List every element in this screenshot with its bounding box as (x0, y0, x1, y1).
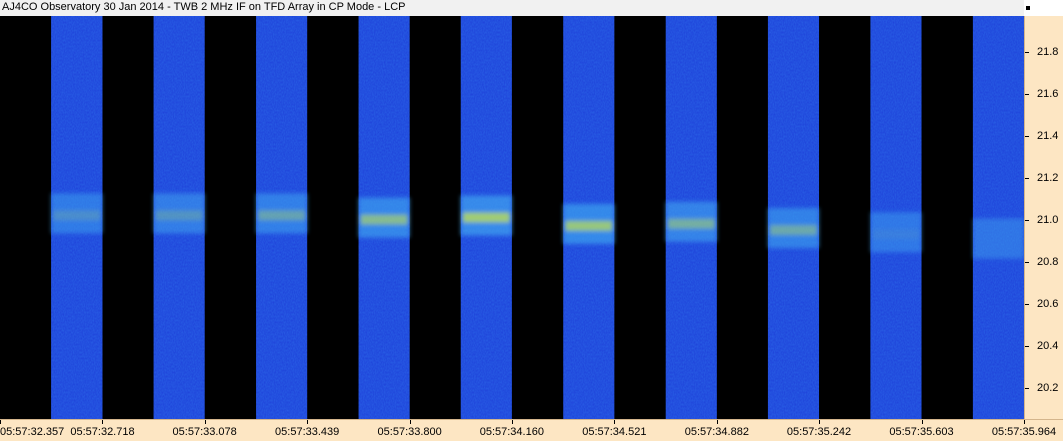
emission-core (53, 210, 101, 221)
y-tick-label: 20.2 (1037, 381, 1059, 394)
x-tick-mark (614, 420, 616, 424)
x-tick-mark (819, 420, 821, 424)
emission-core (872, 229, 920, 240)
emission-core (462, 212, 510, 223)
x-tick-label: 05:57:35.242 (786, 426, 852, 438)
x-tick-mark (409, 420, 411, 424)
y-tick-mark (1025, 93, 1029, 95)
y-tick-mark (1025, 345, 1029, 347)
x-tick-mark (511, 420, 513, 424)
emission-core (565, 220, 613, 231)
chart-title: AJ4CO Observatory 30 Jan 2014 - TWB 2 MH… (2, 1, 406, 13)
emission-core (769, 225, 818, 236)
data-window-noise (972, 16, 1024, 419)
y-tick-label: 21.0 (1037, 213, 1059, 226)
x-tick-label: 05:57:33.439 (275, 426, 340, 438)
emission-core (155, 210, 203, 221)
spectrogram-plot (0, 16, 1024, 419)
emission-core (360, 214, 408, 225)
y-tick-mark (1025, 387, 1029, 389)
x-tick-label: 05:57:35.964 (991, 426, 1057, 438)
x-tick-mark (0, 420, 1, 424)
spectrogram-svg (51, 16, 1024, 419)
x-tick-mark (921, 420, 923, 424)
x-tick-label: 05:57:32.718 (70, 426, 135, 438)
x-tick-label: 05:57:34.521 (582, 426, 647, 438)
y-tick-label: 20.6 (1037, 297, 1059, 310)
y-tick-mark (1025, 51, 1029, 53)
y-tick-label: 21.8 (1037, 45, 1059, 58)
emission-core (667, 218, 715, 229)
x-tick-label: 05:57:34.160 (479, 426, 544, 438)
y-axis: 20.2 20.4 20.6 20.8 21.0 21.2 21.4 21.6 21.8 (1024, 16, 1063, 419)
y-tick-label: 21.4 (1037, 129, 1059, 142)
x-tick-mark (307, 420, 309, 424)
corner-marker (1026, 6, 1030, 10)
y-tick-label: 20.8 (1037, 255, 1059, 268)
x-tick-mark (204, 420, 206, 424)
title-bar: AJ4CO Observatory 30 Jan 2014 - TWB 2 MH… (0, 0, 1024, 16)
y-tick-mark (1025, 261, 1029, 263)
y-tick-mark (1025, 135, 1029, 137)
x-tick-mark (716, 420, 718, 424)
x-tick-label: 05:57:32.357 (0, 426, 65, 438)
x-tick-mark (102, 420, 104, 424)
y-tick-label: 21.6 (1037, 87, 1059, 100)
y-tick-mark (1025, 219, 1029, 221)
y-tick-mark (1025, 177, 1029, 179)
y-tick-label: 21.2 (1037, 171, 1059, 184)
x-tick-label: 05:57:33.800 (377, 426, 442, 438)
x-tick-mark (1024, 420, 1025, 424)
x-axis: 05:57:32.357 05:57:32.718 05:57:33.078 05:5… (0, 419, 1063, 441)
emission-core (258, 210, 306, 221)
x-tick-label: 05:57:34.882 (684, 426, 749, 438)
x-tick-label: 05:57:33.078 (172, 426, 237, 438)
y-tick-label: 20.4 (1037, 339, 1059, 352)
x-tick-label: 05:57:35.603 (889, 426, 954, 438)
y-tick-mark (1025, 303, 1029, 305)
